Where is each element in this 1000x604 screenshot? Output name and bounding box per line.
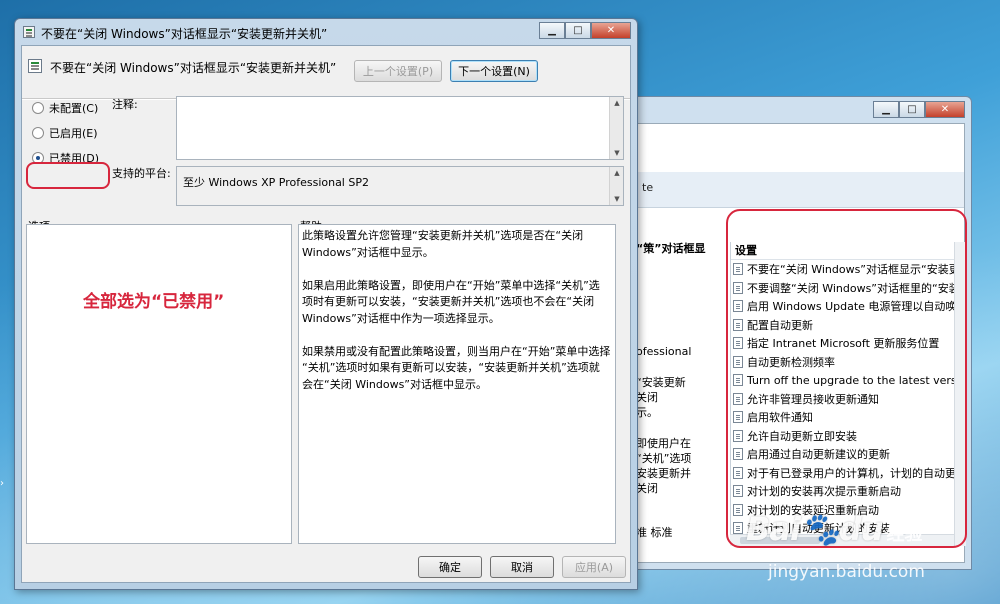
close-icon[interactable]: ✕: [591, 22, 631, 39]
bg-titlebar[interactable]: ▁ □ ✕: [621, 97, 971, 121]
bg-desc-line: “关机”选项: [636, 452, 692, 465]
bg-description: ofessional “安装更新 关闭 示。 即使用户在 “关机”选项 安装更新…: [636, 344, 712, 496]
platform-scrollbar[interactable]: ▲ ▼: [609, 167, 623, 205]
watermark-logo: Bai: [746, 510, 801, 548]
baidu-watermark: Bai🐾du 经验: [746, 510, 922, 548]
comment-field[interactable]: ▲ ▼: [176, 96, 624, 160]
bg-desc-line: 示。: [636, 406, 658, 419]
platform-label: 支持的平台:: [112, 167, 171, 180]
options-pane[interactable]: 全部选为“已禁用”: [26, 224, 292, 544]
bg-window-controls: ▁ □ ✕: [873, 101, 965, 118]
radio-label: 未配置(C): [49, 102, 99, 115]
annotation-text: 全部选为“已禁用”: [83, 292, 225, 312]
help-line: 会在“关闭 Windows”对话框中显示。: [302, 377, 487, 391]
minimize-icon[interactable]: ▁: [873, 101, 899, 118]
help-pane: 此策略设置允许您管理“安装更新并关机”选项是否在“关闭 Windows”对话框中…: [298, 224, 616, 544]
dialog-title: 不要在“关闭 Windows”对话框显示“安装更新并关机”: [41, 27, 328, 41]
bg-desc-line: “安装更新: [636, 376, 686, 389]
radio-enabled[interactable]: 已启用(E): [32, 125, 98, 141]
help-line: 项时有更新可以安装，“安装更新并关机”选项也不会在“关闭: [302, 295, 595, 308]
prev-setting-button[interactable]: 上一个设置(P): [354, 60, 442, 82]
bg-toolbar-band: [628, 172, 964, 208]
help-line: 如果启用此策略设置，即使用户在“开始”菜单中选择“关机”选: [302, 278, 600, 292]
bg-desc-line: ofessional: [636, 345, 692, 358]
help-line: 如果禁用或没有配置此策略设置，则当用户在“开始”菜单中选择: [302, 344, 611, 358]
annotation-outline-list: [726, 209, 967, 548]
dialog-window-controls: ▁ □ ✕: [539, 22, 631, 39]
dialog-body: 不要在“关闭 Windows”对话框显示“安装更新并关机” 上一个设置(P) 下…: [21, 45, 631, 583]
help-text: 此策略设置允许您管理“安装更新并关机”选项是否在“关闭 Windows”对话框中…: [302, 228, 611, 393]
bg-view-tabs[interactable]: 准 标准: [636, 524, 673, 540]
bg-desc-line: 关闭: [636, 482, 658, 495]
bg-desc-line: 即使用户在: [636, 437, 691, 450]
bg-band-text: te: [642, 181, 654, 194]
policy-dialog[interactable]: 不要在“关闭 Windows”对话框显示“安装更新并关机” ▁ □ ✕ 不要在“…: [14, 18, 638, 590]
apply-button[interactable]: 应用(A): [562, 556, 626, 578]
watermark-logo-tail: du: [838, 510, 884, 548]
maximize-icon[interactable]: □: [899, 101, 925, 118]
watermark-url: jingyan.baidu.com: [768, 562, 925, 582]
platform-value: 至少 Windows XP Professional SP2: [183, 176, 369, 189]
maximize-icon[interactable]: □: [565, 22, 591, 39]
annotation-outline-radio: [26, 162, 110, 189]
radio-label: 已启用(E): [49, 127, 98, 140]
help-line: Windows”对话框中显示。: [302, 245, 434, 259]
bg-desc-line: 关闭: [636, 391, 658, 404]
close-icon[interactable]: ✕: [925, 101, 965, 118]
ok-button[interactable]: 确定: [418, 556, 482, 578]
radio-not-configured[interactable]: 未配置(C): [32, 100, 98, 116]
radio-icon[interactable]: [32, 102, 44, 114]
desktop-edge-mark: ›: [0, 478, 4, 489]
bg-desc-line: 安装更新并: [636, 467, 691, 480]
policy-doc-icon: [23, 26, 35, 38]
scroll-up-icon[interactable]: ▲: [610, 97, 624, 109]
scroll-down-icon[interactable]: ▼: [610, 193, 624, 205]
help-line: “关机”选项时如果有更新可以安装，“安装更新并关机”选项就: [302, 361, 600, 374]
help-line: Windows”对话框中作为一项选择显示。: [302, 311, 500, 325]
policy-header-title: 不要在“关闭 Windows”对话框显示“安装更新并关机”: [50, 61, 337, 75]
cancel-button[interactable]: 取消: [490, 556, 554, 578]
scroll-down-icon[interactable]: ▼: [610, 147, 624, 159]
scroll-up-icon[interactable]: ▲: [610, 167, 624, 179]
bg-column-header: “策”对话框显: [636, 242, 706, 255]
platform-field: 至少 Windows XP Professional SP2 ▲ ▼: [176, 166, 624, 206]
radio-icon[interactable]: [32, 127, 44, 139]
policy-doc-icon: [28, 59, 42, 73]
paw-icon: 🐾: [799, 510, 840, 548]
help-line: 此策略设置允许您管理“安装更新并关机”选项是否在“关闭: [302, 229, 584, 242]
watermark-sub: 经验: [886, 524, 923, 545]
next-setting-button[interactable]: 下一个设置(N): [450, 60, 538, 82]
comment-label: 注释:: [112, 98, 138, 111]
minimize-icon[interactable]: ▁: [539, 22, 565, 39]
comment-scrollbar[interactable]: ▲ ▼: [609, 97, 623, 159]
dialog-titlebar[interactable]: 不要在“关闭 Windows”对话框显示“安装更新并关机” ▁ □ ✕: [15, 19, 637, 45]
